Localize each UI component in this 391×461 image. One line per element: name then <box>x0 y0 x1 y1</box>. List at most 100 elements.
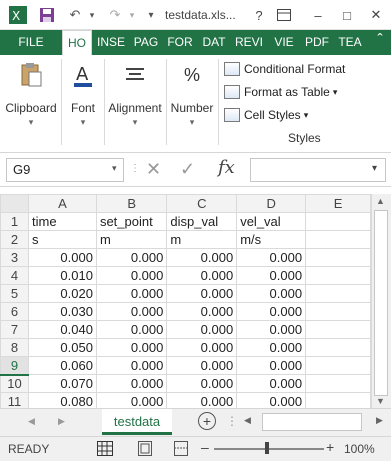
ribbon-display-options-icon[interactable] <box>272 4 296 26</box>
sheet-tab-testdata[interactable]: testdata <box>102 409 172 435</box>
column-header[interactable]: E <box>305 194 371 213</box>
vertical-scrollbar[interactable]: ▲ ▼ <box>371 194 391 408</box>
horizontal-scroll-thumb[interactable] <box>262 413 362 431</box>
cell[interactable] <box>305 356 371 375</box>
cell[interactable]: 0.000 <box>166 302 238 321</box>
row-header[interactable]: 6 <box>0 302 30 321</box>
cell[interactable] <box>305 302 371 321</box>
scroll-right-icon[interactable]: ▶ <box>376 415 383 426</box>
cell[interactable]: 0.000 <box>95 338 168 357</box>
expand-formula-bar-icon[interactable]: ▾ <box>372 163 377 174</box>
cell[interactable]: 0.020 <box>28 284 97 303</box>
redo-dropdown-icon[interactable]: ▾ <box>126 6 138 24</box>
maximize-icon[interactable]: □ <box>335 4 359 26</box>
cell[interactable]: 0.000 <box>166 338 238 357</box>
cell[interactable]: 0.000 <box>95 284 168 303</box>
cell[interactable]: 0.010 <box>28 266 97 285</box>
cell[interactable]: 0.000 <box>166 248 238 267</box>
redo-icon[interactable]: ↷ <box>104 6 126 24</box>
column-header[interactable]: C <box>166 194 238 213</box>
cell[interactable]: 0.000 <box>166 320 238 339</box>
scroll-thumb[interactable] <box>374 210 388 396</box>
column-header[interactable]: B <box>95 194 168 213</box>
scroll-down-icon[interactable]: ▼ <box>376 396 385 406</box>
cell[interactable] <box>305 338 371 357</box>
number-group[interactable]: % Number ▾ <box>167 57 217 147</box>
conditional-formatting-button[interactable]: Conditional Format <box>224 59 345 79</box>
collapse-ribbon-icon[interactable]: ˆ <box>370 30 390 55</box>
cell[interactable]: s <box>28 230 97 249</box>
cell[interactable]: m <box>95 230 168 249</box>
enter-icon[interactable]: ✓ <box>180 159 195 180</box>
help-button[interactable]: ? <box>247 4 271 26</box>
cell[interactable]: m <box>166 230 238 249</box>
cancel-icon[interactable]: ✕ <box>146 159 161 180</box>
cell[interactable] <box>305 392 371 408</box>
cell[interactable]: 0.000 <box>28 248 97 267</box>
next-sheet-icon[interactable]: ▶ <box>58 416 65 427</box>
zoom-level[interactable]: 100% <box>344 442 375 456</box>
cell[interactable]: 0.000 <box>166 374 238 393</box>
cell[interactable]: time <box>28 212 97 231</box>
cell[interactable]: 0.000 <box>236 392 307 408</box>
column-header[interactable]: A <box>28 194 97 213</box>
cell[interactable]: 0.060 <box>28 356 97 375</box>
cell[interactable]: 0.000 <box>95 248 168 267</box>
row-header[interactable]: 2 <box>0 230 30 249</box>
tab-review[interactable]: REVI <box>232 30 266 55</box>
row-header[interactable]: 10 <box>0 374 30 393</box>
close-icon[interactable]: ✕ <box>364 4 388 26</box>
clipboard-group[interactable]: Clipboard ▾ <box>2 57 60 147</box>
cell[interactable] <box>305 212 371 231</box>
save-icon[interactable] <box>36 6 58 24</box>
tab-home[interactable]: HO <box>62 30 92 55</box>
select-all-corner[interactable] <box>0 194 30 213</box>
cell[interactable] <box>305 248 371 267</box>
cell[interactable] <box>305 320 371 339</box>
normal-view-icon[interactable] <box>97 441 113 456</box>
column-header[interactable]: D <box>236 194 307 213</box>
prev-sheet-icon[interactable]: ◀ <box>28 416 35 427</box>
cell[interactable]: 0.000 <box>95 356 168 375</box>
cell[interactable]: 0.000 <box>236 266 307 285</box>
cell[interactable]: 0.000 <box>95 374 168 393</box>
cell[interactable]: 0.000 <box>236 248 307 267</box>
row-header[interactable]: 5 <box>0 284 30 303</box>
tab-pdf[interactable]: PDF <box>302 30 332 55</box>
cell[interactable]: 0.000 <box>95 266 168 285</box>
row-header[interactable]: 1 <box>0 212 30 231</box>
zoom-in-button[interactable]: + <box>326 439 334 455</box>
tab-view[interactable]: VIE <box>268 30 300 55</box>
formula-input[interactable] <box>250 158 386 182</box>
cell[interactable]: 0.000 <box>166 356 238 375</box>
cell[interactable]: 0.000 <box>236 302 307 321</box>
cell[interactable]: 0.000 <box>95 320 168 339</box>
cell[interactable]: 0.080 <box>28 392 97 408</box>
tab-file[interactable]: FILE <box>0 30 62 55</box>
row-header[interactable]: 11 <box>0 392 30 408</box>
cell[interactable]: 0.000 <box>166 284 238 303</box>
minimize-icon[interactable]: – <box>306 4 330 26</box>
insert-function-button[interactable]: fx <box>218 157 235 178</box>
cell[interactable]: 0.000 <box>236 356 307 375</box>
tab-formulas[interactable]: FOR <box>164 30 196 55</box>
cell[interactable]: 0.050 <box>28 338 97 357</box>
cell[interactable]: 0.070 <box>28 374 97 393</box>
cell-styles-button[interactable]: Cell Styles ▾ <box>224 105 308 125</box>
worksheet-grid[interactable]: A B C D E 1 time set_point disp_val vel_val 2… <box>0 194 371 408</box>
cell[interactable]: 0.000 <box>236 374 307 393</box>
page-layout-view-icon[interactable] <box>138 441 152 456</box>
format-as-table-button[interactable]: Format as Table ▾ <box>224 82 337 102</box>
cell[interactable] <box>305 230 371 249</box>
page-break-view-icon[interactable] <box>174 441 188 456</box>
cell[interactable]: 0.000 <box>166 392 238 408</box>
undo-icon[interactable]: ↶ <box>64 6 86 24</box>
cell[interactable]: 0.000 <box>166 266 238 285</box>
scroll-up-icon[interactable]: ▲ <box>376 196 385 206</box>
cell[interactable] <box>305 284 371 303</box>
cell[interactable]: disp_val <box>166 212 238 231</box>
scroll-left-icon[interactable]: ◀ <box>244 415 251 426</box>
new-sheet-icon[interactable]: + <box>198 412 216 430</box>
zoom-slider[interactable] <box>214 448 324 450</box>
font-group[interactable]: A Font ▾ <box>62 57 104 147</box>
